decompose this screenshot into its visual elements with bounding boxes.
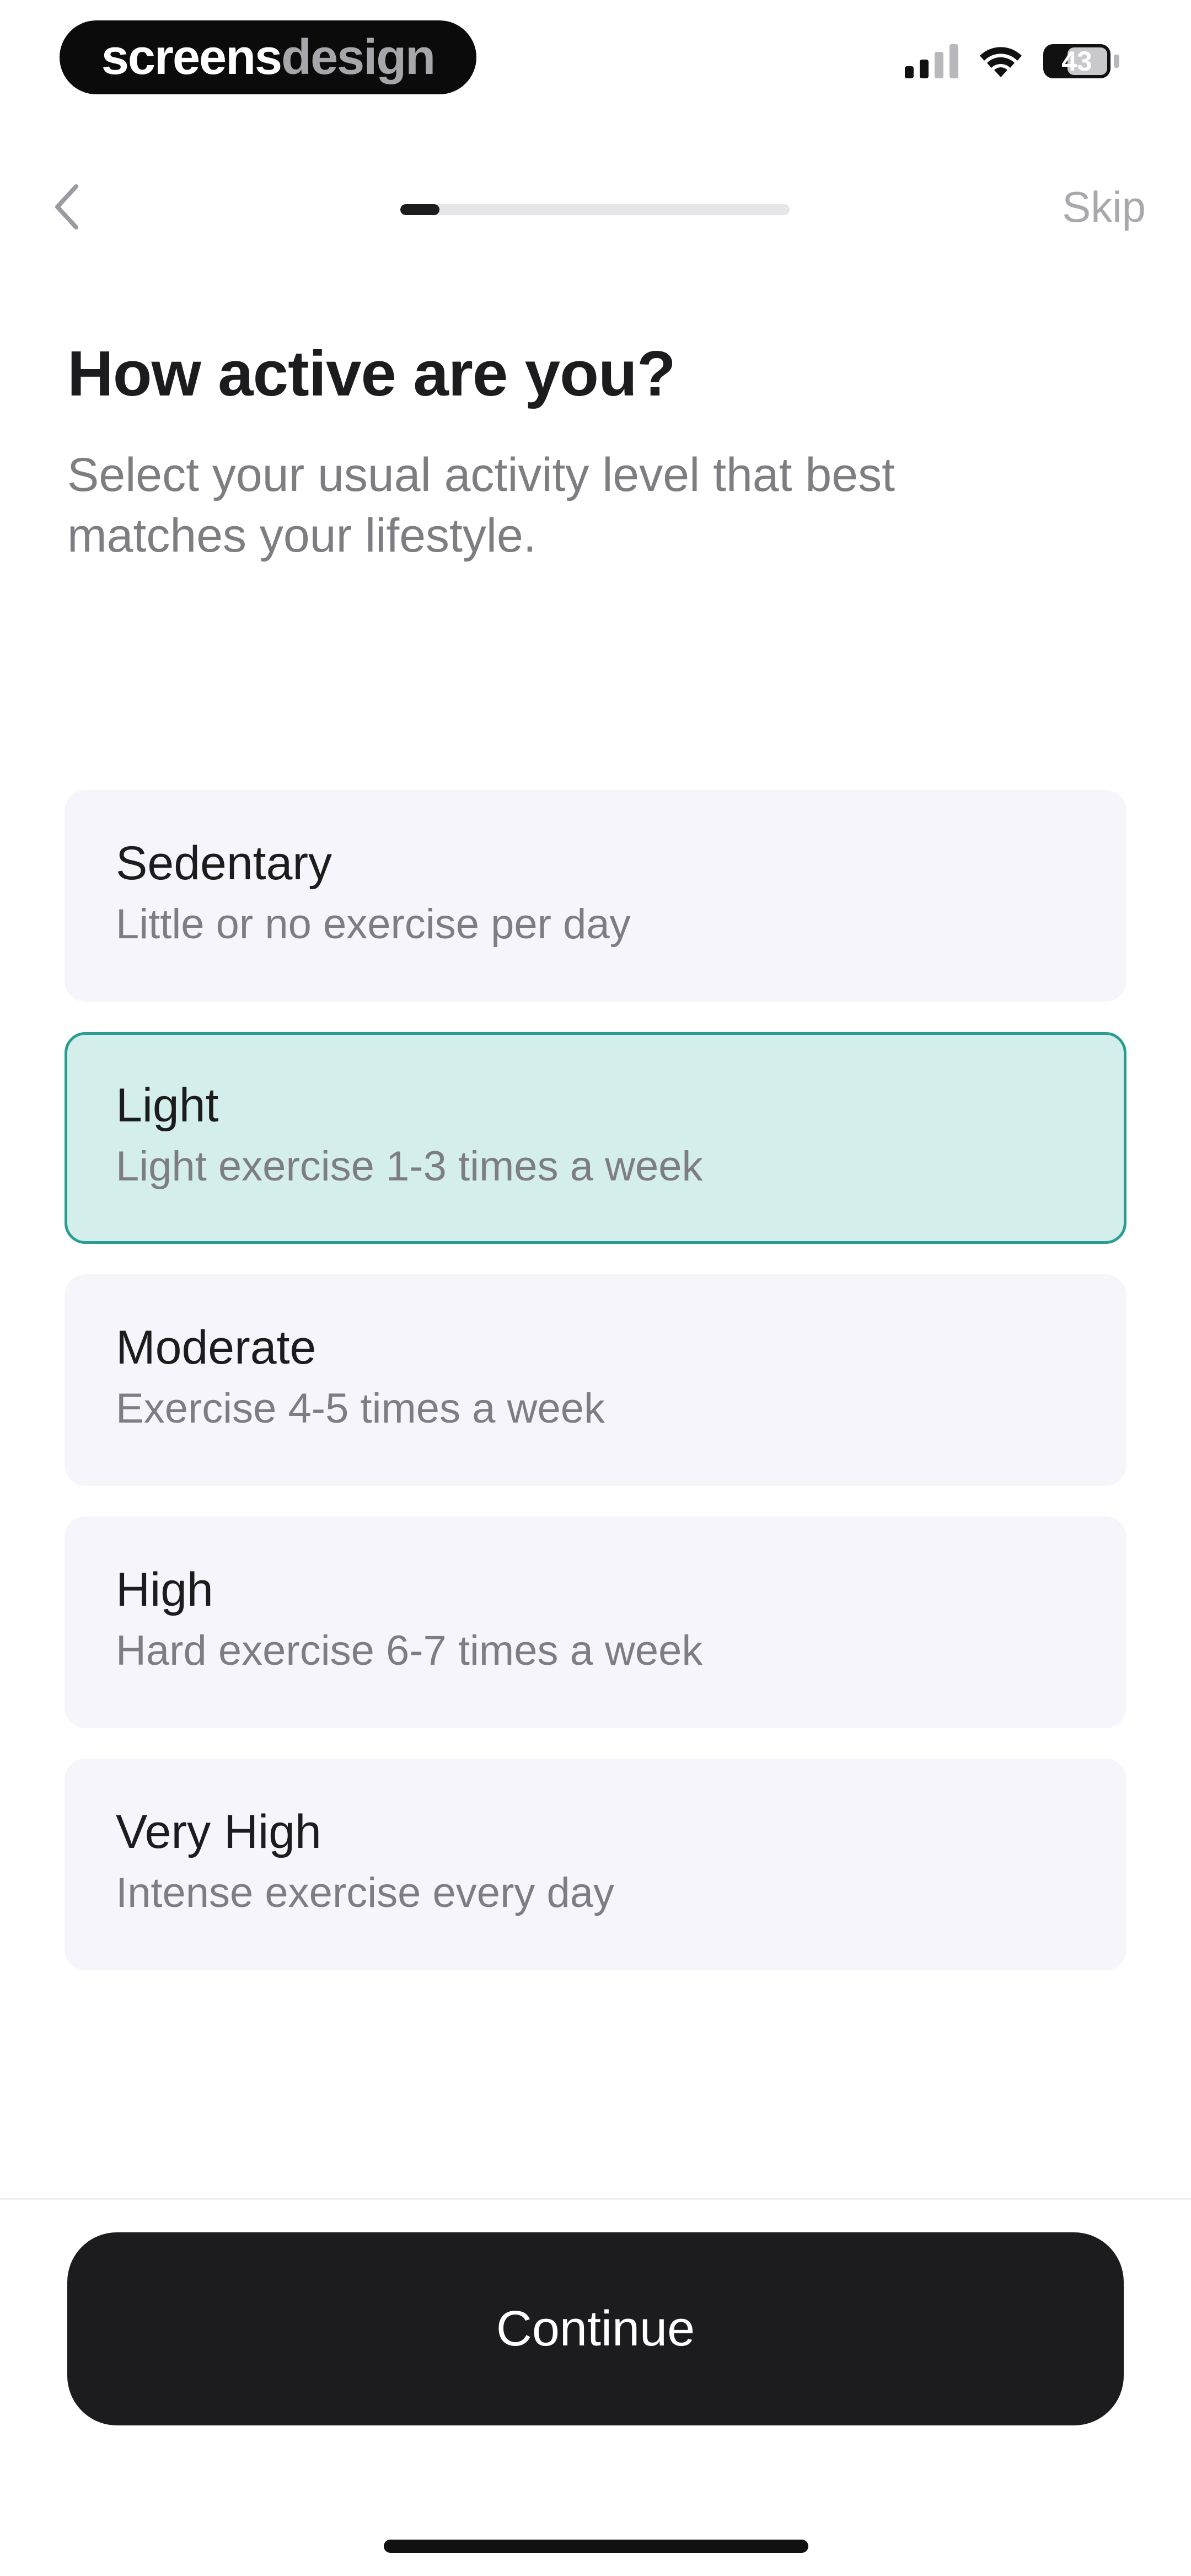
home-indicator (384, 2540, 808, 2553)
option-description: Intense exercise every day (116, 1869, 615, 1916)
onboarding-progress-bar (400, 204, 790, 215)
battery-icon: 43 (1043, 44, 1110, 78)
onboarding-screen: screens design 43 Skip How active are yo… (0, 0, 1191, 2576)
chevron-left-icon (55, 184, 78, 229)
battery-level: 43 (1061, 46, 1092, 77)
option-high[interactable]: High Hard exercise 6-7 times a week (65, 1516, 1126, 1728)
page-title: How active are you? (67, 338, 676, 409)
option-sedentary[interactable]: Sedentary Little or no exercise per day (65, 790, 1126, 1002)
back-button[interactable] (44, 177, 88, 237)
option-title: Moderate (116, 1321, 316, 1374)
option-title: Light (116, 1079, 219, 1132)
option-title: High (116, 1563, 213, 1616)
brand-text-primary: screens (101, 29, 282, 85)
status-icons: 43 (905, 44, 1119, 78)
page-subtitle: Select your usual activity level that be… (67, 448, 895, 562)
continue-button[interactable]: Continue (67, 2232, 1124, 2425)
wifi-icon (980, 47, 1022, 77)
skip-button[interactable]: Skip (1062, 182, 1146, 232)
option-moderate[interactable]: Moderate Exercise 4-5 times a week (65, 1274, 1126, 1486)
option-description: Light exercise 1-3 times a week (116, 1143, 703, 1190)
option-description: Exercise 4-5 times a week (116, 1385, 605, 1432)
brand-text-secondary: design (281, 29, 436, 85)
option-light[interactable]: Light Light exercise 1-3 times a week (65, 1032, 1126, 1244)
option-very-high[interactable]: Very High Intense exercise every day (65, 1759, 1126, 1970)
progress-fill (400, 204, 439, 215)
footer-divider (0, 2198, 1191, 2200)
option-description: Hard exercise 6-7 times a week (116, 1627, 703, 1674)
cellular-signal-icon (905, 44, 958, 78)
option-title: Sedentary (116, 837, 332, 890)
option-description: Little or no exercise per day (116, 901, 631, 948)
option-title: Very High (116, 1805, 321, 1858)
activity-level-options: Sedentary Little or no exercise per day … (65, 790, 1126, 2001)
brand-badge: screens design (60, 20, 476, 94)
